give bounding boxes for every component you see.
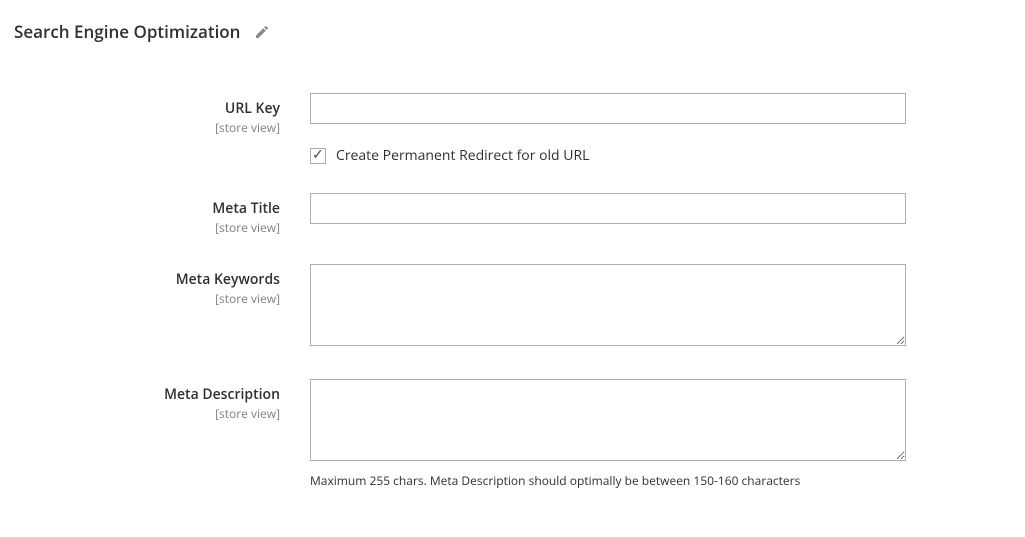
meta-description-input[interactable]	[310, 379, 906, 461]
url-key-label-col: URL Key [store view]	[14, 93, 310, 136]
meta-title-label-col: Meta Title [store view]	[14, 193, 310, 236]
section-header: Search Engine Optimization	[14, 20, 1011, 43]
meta-title-label: Meta Title	[14, 199, 280, 218]
meta-keywords-input[interactable]	[310, 264, 906, 346]
url-key-label: URL Key	[14, 99, 280, 118]
meta-description-label: Meta Description	[14, 385, 280, 404]
meta-title-row: Meta Title [store view]	[14, 193, 1011, 236]
meta-keywords-label: Meta Keywords	[14, 270, 280, 289]
meta-keywords-row: Meta Keywords [store view]	[14, 264, 1011, 351]
meta-description-label-col: Meta Description [store view]	[14, 379, 310, 422]
meta-description-note: Maximum 255 chars. Meta Description shou…	[310, 472, 906, 489]
meta-description-row: Meta Description [store view] Maximum 25…	[14, 379, 1011, 489]
meta-keywords-scope: [store view]	[14, 290, 280, 307]
section-title: Search Engine Optimization	[14, 20, 240, 43]
redirect-checkbox[interactable]	[310, 148, 326, 164]
url-key-row: URL Key [store view] Create Permanent Re…	[14, 93, 1011, 165]
meta-title-input[interactable]	[310, 193, 906, 224]
redirect-checkbox-row: Create Permanent Redirect for old URL	[310, 146, 906, 165]
meta-description-scope: [store view]	[14, 405, 280, 422]
meta-description-input-col: Maximum 255 chars. Meta Description shou…	[310, 379, 906, 489]
edit-icon[interactable]	[254, 24, 270, 40]
meta-title-input-col	[310, 193, 906, 224]
url-key-input[interactable]	[310, 93, 906, 124]
meta-keywords-label-col: Meta Keywords [store view]	[14, 264, 310, 307]
meta-title-scope: [store view]	[14, 219, 280, 236]
meta-keywords-input-col	[310, 264, 906, 351]
redirect-checkbox-label[interactable]: Create Permanent Redirect for old URL	[336, 146, 589, 165]
url-key-scope: [store view]	[14, 119, 280, 136]
url-key-input-col: Create Permanent Redirect for old URL	[310, 93, 906, 165]
